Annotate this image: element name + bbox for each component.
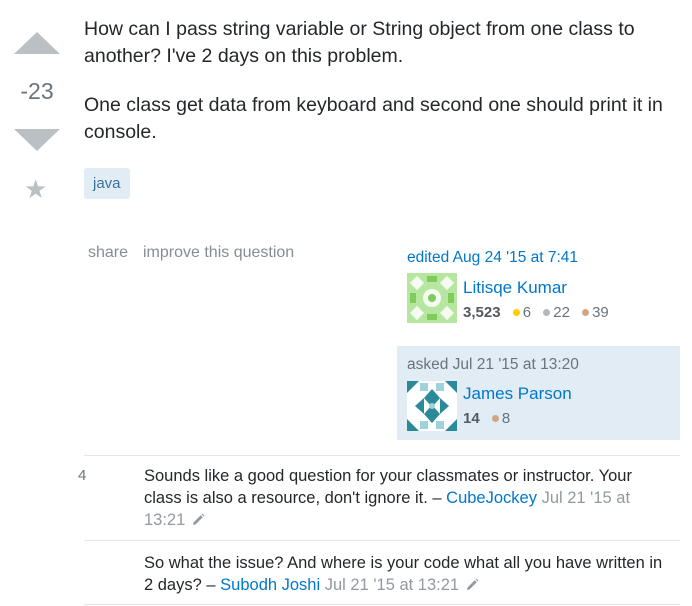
tag-java[interactable]: java: [84, 168, 130, 199]
comment-date[interactable]: Jul 21 '15 at 13:21: [325, 576, 459, 594]
comment-user-link[interactable]: Subodh Joshi: [220, 576, 320, 594]
silver-badge-count: 22: [553, 304, 570, 321]
edited-timestamp-link[interactable]: edited Aug 24 '15 at 7:41: [407, 249, 578, 267]
editor-reputation: 3,523 6 22 39: [463, 304, 615, 321]
comment-score: 4: [78, 467, 87, 484]
asked-timestamp: asked Jul 21 '15 at 13:20: [407, 356, 579, 373]
gold-badge-icon: [512, 309, 520, 317]
vote-up-icon[interactable]: [14, 32, 60, 54]
question-paragraph: How can I pass string variable or String…: [84, 18, 635, 67]
edit-pencil-icon: [465, 576, 479, 598]
gold-badge-count: 6: [522, 304, 532, 321]
avatar[interactable]: [407, 381, 457, 431]
comment-divider: [84, 540, 680, 541]
bronze-badge-count: 8: [501, 410, 511, 427]
share-link[interactable]: share: [88, 244, 128, 262]
question-paragraph: One class get data from keyboard and sec…: [84, 94, 663, 143]
asker-reputation: 14 8: [463, 410, 516, 427]
editor-name-link[interactable]: Litisqe Kumar: [463, 278, 567, 298]
edit-pencil-icon: [191, 511, 205, 533]
comment-user-link[interactable]: CubeJockey: [446, 489, 537, 507]
silver-badge-icon: [543, 309, 551, 317]
reputation-score: 14: [463, 410, 480, 427]
vote-down-icon[interactable]: [14, 129, 60, 151]
bronze-badge-icon: [582, 309, 590, 317]
vote-count: -23: [20, 78, 54, 104]
comment-divider: [84, 455, 680, 456]
bronze-badge-count: 39: [592, 304, 609, 321]
asker-name-link[interactable]: James Parson: [463, 384, 572, 404]
comment: So what the issue? And where is your cod…: [144, 552, 674, 598]
comment: Sounds like a good question for your cla…: [144, 465, 674, 533]
favorite-star-icon[interactable]: ★: [24, 176, 47, 202]
reputation-score: 3,523: [463, 304, 501, 321]
improve-question-link[interactable]: improve this question: [143, 244, 294, 262]
avatar[interactable]: [407, 273, 457, 323]
comment-divider: [84, 604, 680, 605]
bronze-badge-icon: [491, 415, 499, 423]
